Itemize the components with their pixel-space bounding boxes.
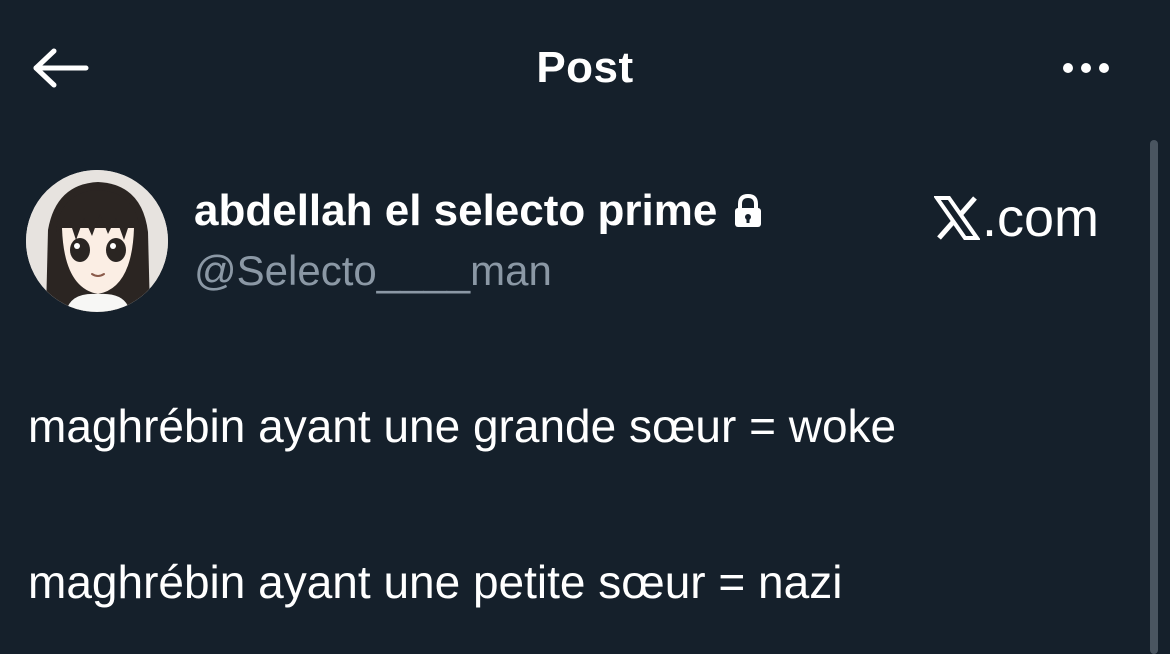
watermark-text: .com <box>982 188 1100 248</box>
x-com-watermark: .com <box>934 188 1099 248</box>
tweet-text-line: maghrébin ayant une grande sœur = woke <box>28 400 897 452</box>
more-horizontal-icon <box>1059 63 1113 73</box>
author-name-row[interactable]: abdellah el selecto prime <box>194 184 765 238</box>
more-options-button[interactable] <box>1050 40 1122 96</box>
page-title: Post <box>536 43 634 92</box>
post-header: Post <box>0 0 1170 135</box>
tweet-text-line: maghrébin ayant une petite sœur = nazi <box>28 556 843 608</box>
author-handle[interactable]: @Selecto____man <box>194 244 552 298</box>
lock-icon <box>735 193 762 227</box>
x-logo-icon <box>934 196 980 240</box>
post-screen: Post abdellah el selecto prime @Selecto_… <box>0 0 1170 654</box>
author-display-name: abdellah el selecto prime <box>194 186 718 235</box>
avatar[interactable] <box>26 170 168 312</box>
anime-girl-avatar-icon <box>26 170 168 312</box>
scrollbar[interactable] <box>1150 140 1158 654</box>
